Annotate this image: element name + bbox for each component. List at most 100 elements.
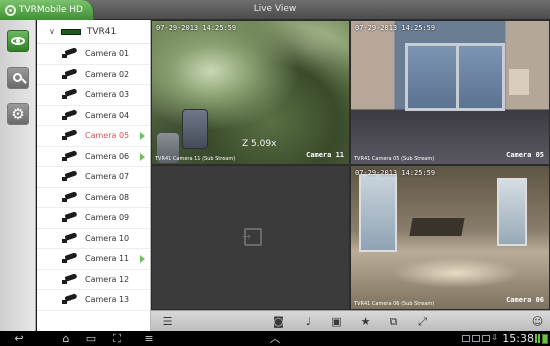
camera-list-item[interactable]: Camera 13 xyxy=(37,290,150,311)
stream-label: TVR41 Camera 11 (Sub Stream) xyxy=(155,156,236,162)
camera-label: Camera 09 xyxy=(85,213,130,223)
ptz-user-icon[interactable]: ☺ xyxy=(530,314,545,329)
battery-icon xyxy=(542,334,548,344)
view-toolbar: ☰ ◙ ♩ ▣ ★ ⧉ ⤢ ☺ xyxy=(151,310,550,331)
microphone-icon[interactable]: ♩ xyxy=(301,314,316,329)
camera-icon xyxy=(62,293,78,305)
video-timestamp: 07-29-2013 14:25:59 xyxy=(355,169,436,177)
video-grid: 07-29-2013 14:25:59 Z 5.09x TVR41 Camera… xyxy=(151,20,550,310)
status-clock[interactable]: 15:38 xyxy=(502,332,534,345)
camera-label: Camera 02 xyxy=(85,69,130,79)
live-view-button[interactable] xyxy=(7,30,29,52)
video-tile-4[interactable]: 07-29-2013 14:25:59 TVR41 Camera 06 (Sub… xyxy=(350,165,550,310)
camera-icon xyxy=(62,88,78,100)
recorder-label: TVR41 xyxy=(86,26,117,37)
fullscreen-icon[interactable]: ⤢ xyxy=(415,314,430,329)
notification-icon xyxy=(482,335,490,342)
video-timestamp: 07-29-2013 14:25:59 xyxy=(355,24,436,32)
camera-list-item[interactable]: Camera 04 xyxy=(37,106,150,126)
android-nav-bar: ↩ ⌂ ▭ ⛶ ≡ ︿ ⇩ 15:38 xyxy=(0,331,550,346)
app-window: TVRMobile HD Live View ⚙ ∨ TVR41 Camera … xyxy=(0,0,550,346)
camera-icon xyxy=(62,68,78,79)
camera-list: Camera 01 Camera 02 Camera 03 Camera 04 Came… xyxy=(37,44,150,311)
screenshot-icon[interactable]: ⛶ xyxy=(108,331,126,346)
camera-icon xyxy=(62,232,78,243)
camera-icon xyxy=(62,191,78,202)
record-icon[interactable]: ▣ xyxy=(329,314,344,329)
home-icon[interactable]: ⌂ xyxy=(57,331,75,346)
camera-label: Camera 06 xyxy=(85,151,130,161)
settings-button[interactable]: ⚙ xyxy=(7,103,29,125)
camera-label: Camera 13 xyxy=(85,295,130,305)
camera-icon xyxy=(62,170,78,182)
camera-label: Camera 10 xyxy=(85,233,130,243)
camera-icon xyxy=(62,273,78,284)
parked-car xyxy=(182,109,208,149)
play-icon[interactable] xyxy=(140,255,145,263)
gear-icon: ⚙ xyxy=(11,104,25,123)
camera-name-overlay: Camera 06 xyxy=(506,296,544,304)
camera-label: Camera 11 xyxy=(85,254,130,264)
play-icon[interactable] xyxy=(140,152,145,161)
floor-mat xyxy=(409,218,465,236)
video-tile-empty[interactable] xyxy=(151,165,350,310)
notification-icons[interactable] xyxy=(462,335,490,343)
stream-label: TVR41 Camera 06 (Sub Stream) xyxy=(354,301,435,307)
camera-icon xyxy=(62,109,78,120)
add-camera-icon[interactable] xyxy=(242,228,262,246)
back-icon[interactable]: ↩ xyxy=(10,331,28,346)
video-tile-1[interactable]: 07-29-2013 14:25:59 Z 5.09x TVR41 Camera… xyxy=(151,20,350,165)
camera-list-item[interactable]: Camera 05 xyxy=(37,126,150,147)
stream-label: TVR41 Camera 05 (Sub Stream) xyxy=(354,156,435,162)
camera-list-item[interactable]: Camera 09 xyxy=(37,208,150,229)
camera-label: Camera 05 xyxy=(85,131,130,141)
video-timestamp: 07-29-2013 14:25:59 xyxy=(156,24,237,32)
camera-icon xyxy=(62,47,78,59)
camera-tree[interactable]: ∨ TVR41 Camera 01 Camera 02 Camera 03 Camer… xyxy=(37,20,151,331)
recorder-icon xyxy=(60,28,81,35)
camera-label: Camera 07 xyxy=(85,172,130,182)
app-tab[interactable]: TVRMobile HD xyxy=(0,0,94,20)
floor-reflection xyxy=(391,258,521,288)
camera-list-item[interactable]: Camera 08 xyxy=(37,188,150,208)
title-bar: TVRMobile HD Live View xyxy=(0,0,550,20)
box xyxy=(509,69,529,95)
video-tile-2[interactable]: 07-29-2013 14:25:59 TVR41 Camera 05 (Sub… xyxy=(350,20,550,165)
favorite-star-icon[interactable]: ★ xyxy=(358,314,373,329)
camera-icon xyxy=(62,129,78,141)
chevron-down-icon[interactable]: ∨ xyxy=(49,27,55,36)
snapshot-camera-icon[interactable]: ◙ xyxy=(271,314,286,329)
camera-icon xyxy=(62,150,78,161)
camera-list-item[interactable]: Camera 07 xyxy=(37,167,150,188)
left-rail: ⚙ xyxy=(0,20,36,331)
camera-list-item[interactable]: Camera 11 xyxy=(37,249,150,270)
search-icon xyxy=(12,72,22,82)
camera-icon xyxy=(62,252,78,264)
camera-list-item[interactable]: Camera 03 xyxy=(37,85,150,106)
tree-root-tvr41[interactable]: ∨ TVR41 xyxy=(37,20,150,44)
menu-icon[interactable]: ≡ xyxy=(140,331,158,346)
recent-apps-icon[interactable]: ▭ xyxy=(82,331,100,346)
zoom-level: Z 5.09x xyxy=(242,139,277,149)
layout-menu-icon[interactable]: ☰ xyxy=(160,314,175,329)
copy-layout-icon[interactable]: ⧉ xyxy=(386,314,401,329)
camera-list-item[interactable]: Camera 01 xyxy=(37,44,150,65)
camera-list-item[interactable]: Camera 12 xyxy=(37,270,150,290)
app-name: TVRMobile HD xyxy=(19,5,83,15)
chevron-up-icon[interactable]: ︿ xyxy=(266,331,284,346)
playback-search-button[interactable] xyxy=(7,67,29,89)
camera-list-item[interactable]: Camera 10 xyxy=(37,229,150,249)
camera-label: Camera 01 xyxy=(85,49,130,59)
camera-list-item[interactable]: Camera 02 xyxy=(37,65,150,85)
play-icon[interactable] xyxy=(140,132,145,140)
camera-label: Camera 04 xyxy=(85,110,130,120)
camera-list-item[interactable]: Camera 06 xyxy=(37,147,150,167)
window-title: Live View xyxy=(253,4,297,14)
notification-icon xyxy=(472,335,480,342)
camera-label: Camera 03 xyxy=(85,90,130,100)
camera-label: Camera 12 xyxy=(85,274,130,284)
download-icon: ⇩ xyxy=(491,333,498,342)
lobby-window xyxy=(497,178,527,246)
app-logo-icon xyxy=(5,4,16,16)
eye-icon xyxy=(11,37,25,45)
